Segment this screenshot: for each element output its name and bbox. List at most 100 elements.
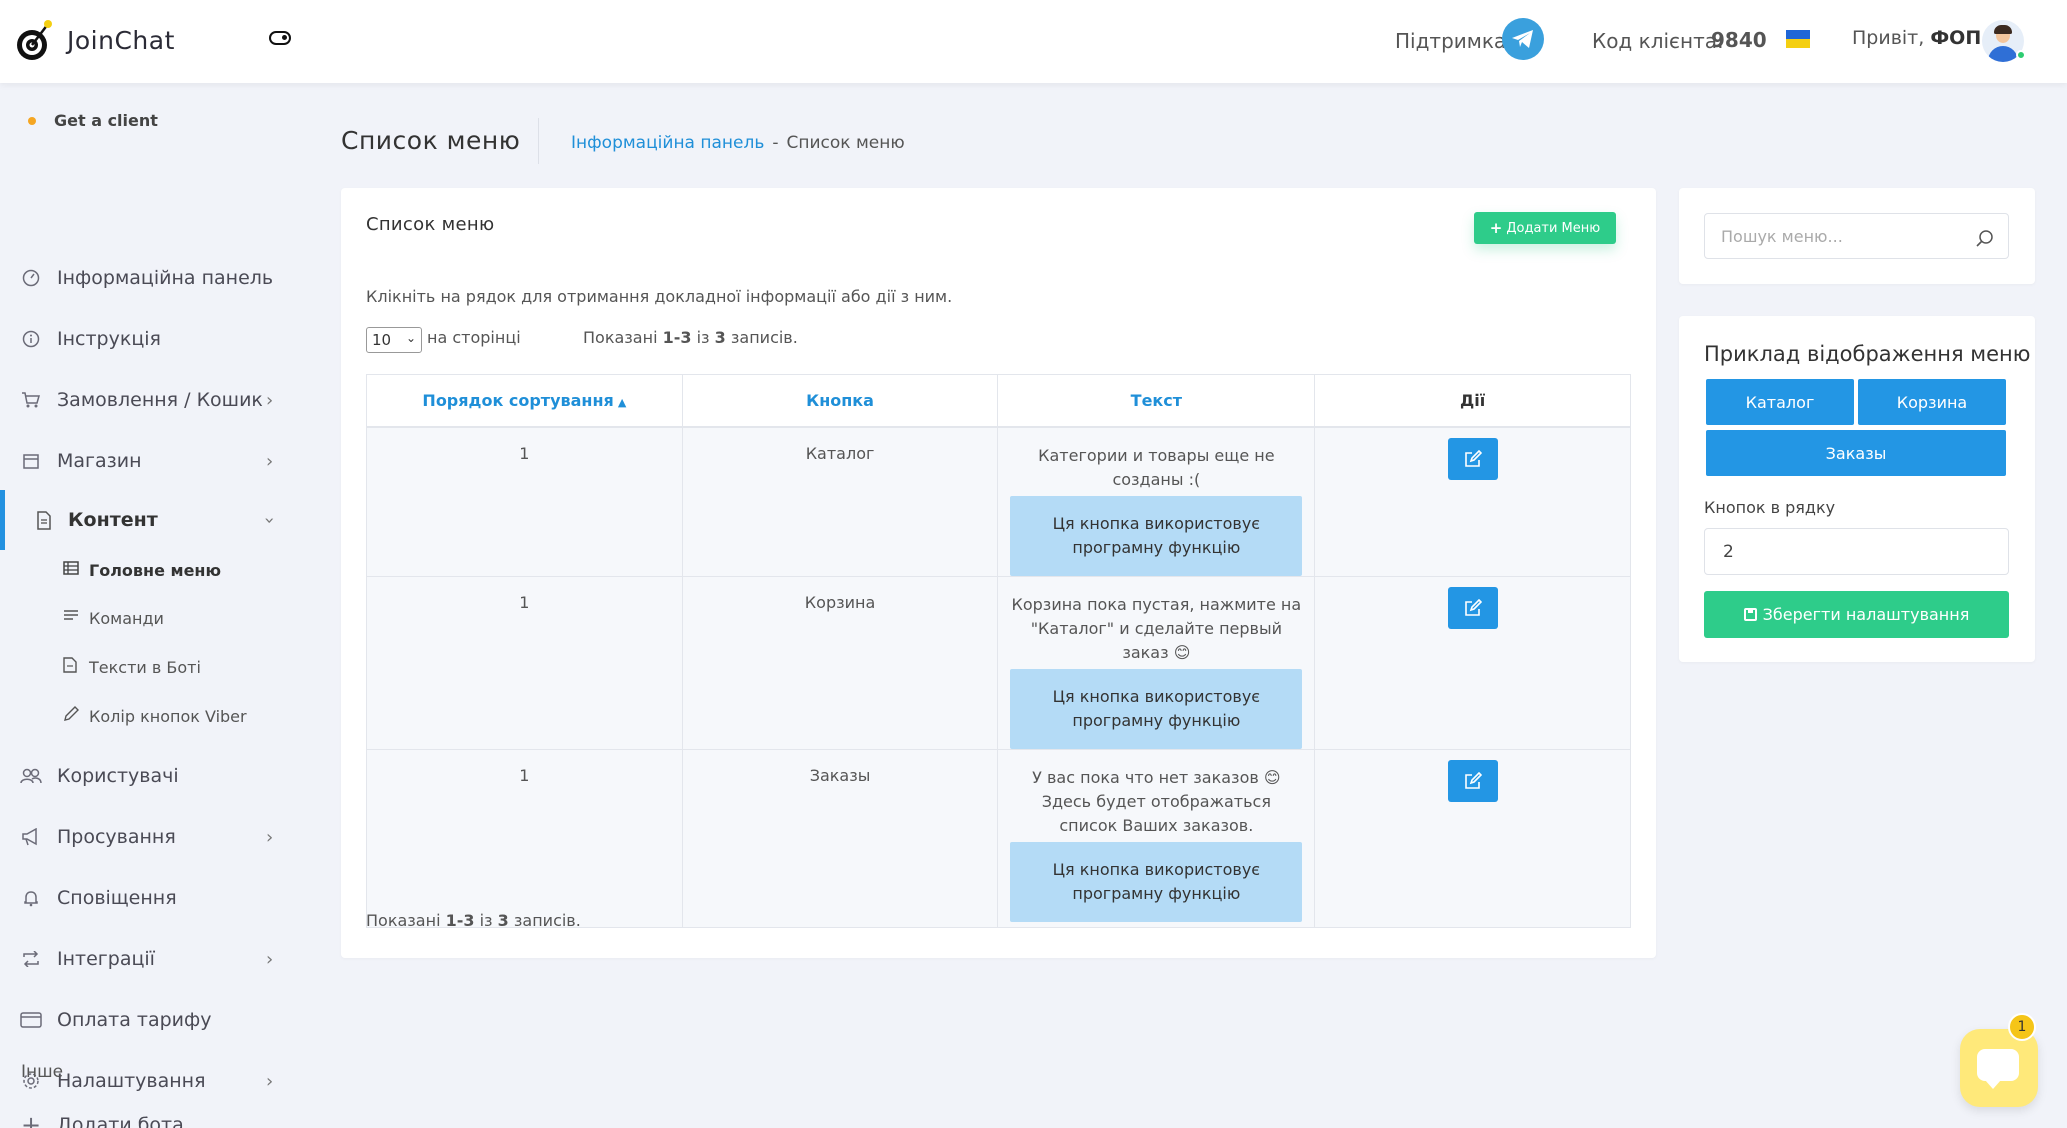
cell-actions <box>1314 748 1631 928</box>
cell-button: Корзина <box>681 575 999 750</box>
sidebar-item-content[interactable]: Контент › <box>0 490 300 550</box>
plus-icon: + <box>1489 219 1503 237</box>
list-icon <box>63 609 79 627</box>
table-icon <box>63 561 79 579</box>
online-status-dot <box>2016 50 2026 60</box>
edit-button[interactable] <box>1447 437 1498 480</box>
table-row[interactable]: 1 Каталог Категории и товары еще не созд… <box>366 426 1631 577</box>
search-placeholder: Пошук меню... <box>1721 226 1843 246</box>
sidebar-subitem-label: Головне меню <box>89 560 222 580</box>
sidebar-item-dashboard[interactable]: Інформаційна панель <box>0 256 300 300</box>
column-header-text[interactable]: Текст <box>997 374 1316 428</box>
client-code-value: 9840 <box>1711 28 1767 52</box>
sidebar-item-label: Інструкція <box>57 328 161 350</box>
ukraine-flag-icon[interactable] <box>1786 30 1810 48</box>
breadcrumb-separator: - <box>772 133 779 153</box>
sidebar-item-add-bot[interactable]: + Додати бота <box>0 1103 300 1128</box>
edit-icon <box>1464 771 1482 789</box>
preview-button-orders[interactable]: Заказы <box>1706 430 2006 476</box>
records-summary: Показані 1-3 із 3 записів. <box>583 328 798 347</box>
sidebar-subitem-label: Команди <box>89 608 164 628</box>
chevron-right-icon: › <box>266 826 274 848</box>
table-hint: Клікніть на рядок для отримання докладно… <box>366 287 953 306</box>
edit-icon <box>1464 598 1482 616</box>
function-note: Ця кнопка використовує програмну функцію <box>1010 668 1303 749</box>
page-title: Список меню <box>341 126 521 155</box>
file-text-icon <box>63 657 77 677</box>
sidebar: Get a client Інформаційна панель Інструк… <box>0 83 300 1128</box>
sidebar-item-payment[interactable]: Оплата тарифу <box>0 998 300 1042</box>
users-icon <box>20 765 42 787</box>
sort-ascending-icon: ▲ <box>617 395 627 409</box>
search-input[interactable]: Пошук меню... <box>1704 213 2009 259</box>
sidebar-item-notifications[interactable]: Сповіщення <box>0 876 300 920</box>
menu-preview-card: Приклад відображення меню Каталог Корзин… <box>1679 316 2035 662</box>
cell-button: Каталог <box>681 426 999 577</box>
chevron-down-icon: › <box>259 516 281 524</box>
sidebar-item-shop[interactable]: Магазин › <box>0 439 300 483</box>
save-settings-button[interactable]: Зберегти налаштування <box>1704 591 2009 638</box>
add-menu-button[interactable]: + Додати Меню <box>1474 212 1616 244</box>
menu-list-card: Список меню + Додати Меню Клікніть на ряд… <box>341 188 1656 958</box>
cell-order: 1 <box>366 575 683 750</box>
cell-text: Корзина пока пустая, нажмите на "Каталог… <box>997 575 1316 750</box>
credit-card-icon <box>20 1009 42 1031</box>
preview-title: Приклад відображення меню <box>1704 342 2031 366</box>
edit-button[interactable] <box>1447 586 1498 629</box>
save-icon <box>1743 608 1757 621</box>
buttons-per-row-input[interactable]: 2 <box>1704 528 2009 575</box>
sidebar-item-label: Користувачі <box>57 765 179 787</box>
sidebar-item-label: Контент <box>68 509 158 531</box>
table-row[interactable]: 1 Корзина Корзина пока пустая, нажмите н… <box>366 575 1631 750</box>
per-page-select[interactable]: 10 ⌄ <box>366 327 422 353</box>
cell-order: 1 <box>366 426 683 577</box>
info-icon <box>20 328 42 350</box>
sidebar-item-instruction[interactable]: Інструкція <box>0 317 300 361</box>
column-header-button[interactable]: Кнопка <box>681 374 999 428</box>
joinchat-logo[interactable] <box>12 18 56 64</box>
sidebar-item-integrations[interactable]: Інтеграції › <box>0 937 300 981</box>
sidebar-item-label: Сповіщення <box>57 887 177 909</box>
breadcrumb: Інформаційна панель - Список меню <box>571 133 905 153</box>
function-note: Ця кнопка використовує програмну функцію <box>1010 841 1303 922</box>
per-page-label: на сторінці <box>427 328 521 347</box>
sidebar-subitem-label: Тексти в Боті <box>89 657 201 677</box>
brand-name[interactable]: JoinChat <box>67 26 175 55</box>
sidebar-item-orders[interactable]: Замовлення / Кошик › <box>0 378 300 422</box>
row-text: У вас пока что нет заказов 😊 Здесь будет… <box>1032 767 1281 835</box>
chevron-right-icon: › <box>266 450 274 472</box>
sidebar-item-promotion[interactable]: Просування › <box>0 815 300 859</box>
function-note: Ця кнопка використовує програмну функцію <box>1010 495 1303 576</box>
table-row[interactable]: 1 Заказы У вас пока что нет заказов 😊 Зд… <box>366 748 1631 928</box>
preview-button-catalog[interactable]: Каталог <box>1706 379 1854 425</box>
user-name: ФОП <box>1930 27 1982 49</box>
sidebar-subitem-commands[interactable]: Команди <box>0 601 300 635</box>
cart-icon <box>20 389 42 411</box>
bell-icon <box>20 887 42 909</box>
edit-button[interactable] <box>1447 759 1498 802</box>
view-toggle-icon[interactable] <box>269 31 291 45</box>
pencil-icon <box>63 706 79 726</box>
cell-actions <box>1314 575 1631 750</box>
chat-widget-button[interactable] <box>1960 1029 2038 1107</box>
chat-bubble-icon <box>1977 1049 2019 1089</box>
column-header-sort-order[interactable]: Порядок сортування ▲ <box>366 374 683 428</box>
sidebar-item-label: Оплата тарифу <box>57 1009 212 1031</box>
support-label[interactable]: Підтримка <box>1395 29 1506 53</box>
sidebar-item-label: Інформаційна панель <box>57 267 274 289</box>
telegram-icon[interactable] <box>1502 18 1544 60</box>
column-header-actions: Дії <box>1314 374 1631 428</box>
row-text: Категории и товары еще не созданы :( <box>1038 445 1275 489</box>
breadcrumb-home-link[interactable]: Інформаційна панель <box>571 133 764 153</box>
sidebar-item-users[interactable]: Користувачі <box>0 754 300 798</box>
card-title: Список меню <box>366 214 495 235</box>
buttons-per-row-label: Кнопок в рядку <box>1704 498 1836 517</box>
sidebar-item-label: Магазин <box>57 450 142 472</box>
menu-table: Порядок сортування ▲ Кнопка Текст Дії 1 К… <box>366 374 1631 928</box>
sidebar-subitem-viber-colors[interactable]: Колір кнопок Viber <box>0 699 300 733</box>
sidebar-subitem-main-menu[interactable]: Головне меню <box>0 553 300 587</box>
sidebar-item-label: Просування <box>57 826 176 848</box>
preview-button-cart[interactable]: Корзина <box>1858 379 2006 425</box>
sidebar-subitem-bot-texts[interactable]: Тексти в Боті <box>0 650 300 684</box>
workspace-name[interactable]: Get a client <box>28 111 158 130</box>
